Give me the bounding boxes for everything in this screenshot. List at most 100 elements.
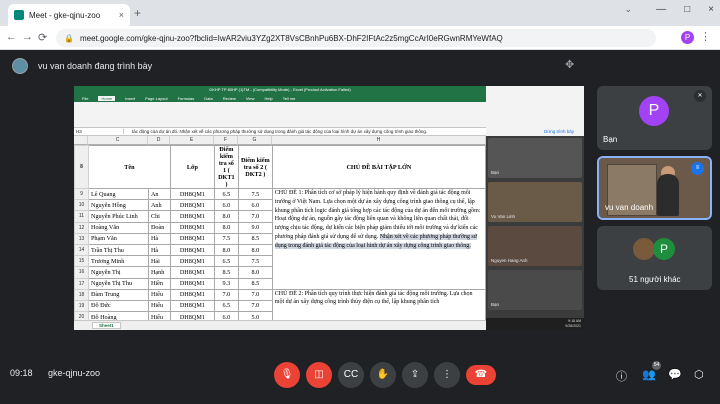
tab-close-icon[interactable]: × <box>119 10 124 20</box>
pin-icon[interactable]: ✥ <box>565 58 574 71</box>
browser-menu-icon[interactable]: ⋮ <box>700 30 711 43</box>
cell-ten[interactable]: Chi <box>147 210 171 223</box>
cell-lop[interactable]: DH8QM1 <box>169 288 215 301</box>
cell-ho[interactable]: Phạm Văn <box>87 232 149 245</box>
excel-menu-file[interactable]: File <box>82 96 88 101</box>
others-tile[interactable]: P 51 người khác <box>597 226 712 290</box>
self-tile[interactable]: P ✕ Bạn <box>597 86 712 150</box>
sheet-tab[interactable]: Sheet1 <box>92 322 121 329</box>
more-options-button[interactable]: ⋮ <box>434 362 460 388</box>
cell-ten[interactable]: An <box>147 187 171 201</box>
cell-dkt2[interactable]: 8.5 <box>237 232 273 245</box>
cell-dkt1[interactable]: 6.5 <box>213 299 239 313</box>
cell-topic-2[interactable]: CHỦ ĐỀ 2: Phân tích quy trình thực hiện … <box>271 288 486 320</box>
close-window-button[interactable]: × <box>708 4 714 15</box>
cell-dkt1[interactable]: 6.5 <box>213 255 239 268</box>
cell-lop[interactable]: DH8QM1 <box>169 199 215 212</box>
cell-dkt2[interactable]: 8.5 <box>237 277 273 290</box>
cell-lop[interactable]: DH8QM1 <box>169 277 215 290</box>
cell-ten[interactable]: Hà <box>147 232 171 245</box>
url-input[interactable]: 🔒 meet.google.com/gke-qjnu-zoo?fbclid=Iw… <box>56 29 656 47</box>
cell-ho[interactable]: Hoàng Văn <box>87 221 149 234</box>
cell-ho[interactable]: Nguyễn Thị <box>87 266 149 279</box>
excel-menu-view[interactable]: View <box>246 96 255 101</box>
cell-ho[interactable]: Đỗ Đức <box>87 299 149 313</box>
cell-ho[interactable]: Đàm Trung <box>87 288 149 301</box>
cell-ten[interactable]: Hiền <box>147 277 171 290</box>
people-icon[interactable]: 👥 <box>642 368 656 381</box>
cell-dkt1[interactable]: 6.5 <box>213 187 239 201</box>
cell-lop[interactable]: DH8QM1 <box>169 232 215 245</box>
cell-ho[interactable]: Trương Minh <box>87 255 149 268</box>
activities-icon[interactable]: ⬡ <box>694 368 704 381</box>
cell-ten[interactable]: Hiếu <box>147 311 171 320</box>
forward-button[interactable]: → <box>22 31 33 43</box>
cell-lop[interactable]: DH8QM1 <box>169 311 215 320</box>
cell-dkt1[interactable]: 6.0 <box>213 199 239 212</box>
cell-dkt2[interactable]: 6.0 <box>237 199 273 212</box>
cell-dkt2[interactable]: 7.5 <box>237 255 273 268</box>
presenter-tile[interactable]: ≡ vu van doanh <box>597 156 712 220</box>
cell-ten[interactable]: Hiếu <box>147 299 171 313</box>
excel-menu-tell-me[interactable]: Tell me <box>283 96 296 101</box>
cell-ten[interactable]: Hải <box>147 255 171 268</box>
cell-lop[interactable]: DH8QM1 <box>169 255 215 268</box>
tab-search-icon[interactable]: ⌄ <box>624 4 632 15</box>
mic-toggle-button[interactable]: 🎙 <box>274 362 300 388</box>
cell-dkt2[interactable]: 7.5 <box>237 187 273 201</box>
excel-menu-help[interactable]: Help <box>264 96 272 101</box>
cell-ho[interactable]: Nguyễn Phúc Linh <box>87 210 149 223</box>
cell-dkt1[interactable]: 8.5 <box>213 266 239 279</box>
formula-text[interactable]: tác động của dự án đó. Nhận xét về các p… <box>124 129 427 134</box>
raise-hand-button[interactable]: ✋ <box>370 362 396 388</box>
cell-dkt1[interactable]: 7.0 <box>213 288 239 301</box>
cell-ten[interactable]: Hiếu <box>147 288 171 301</box>
present-button[interactable]: ⇪ <box>402 362 428 388</box>
back-button[interactable]: ← <box>6 31 17 43</box>
header-dkt2[interactable]: Điểm kiểm tra số 2 ( DKT2 ) <box>237 145 273 189</box>
cell-lop[interactable]: DH8QM1 <box>169 210 215 223</box>
header-dkt1[interactable]: Điểm kiểm tra số 1 ( DKT1 ) <box>213 145 239 189</box>
cell-ho[interactable]: Nguyễn Thị Thu <box>87 277 149 290</box>
excel-menu-data[interactable]: Data <box>204 96 212 101</box>
cell-ten[interactable]: Hà <box>147 243 171 257</box>
cell-dkt2[interactable]: 7.0 <box>237 288 273 301</box>
excel-menu-insert[interactable]: Insert <box>125 96 135 101</box>
new-tab-button[interactable]: + <box>134 6 141 20</box>
cell-lop[interactable]: DH8QM1 <box>169 299 215 313</box>
chat-icon[interactable]: 💬 <box>668 368 682 381</box>
cell-lop[interactable]: DH8QM1 <box>169 266 215 279</box>
cell-dkt1[interactable]: 7.5 <box>213 232 239 245</box>
cell-lop[interactable]: DH8QM1 <box>169 187 215 201</box>
cell-lop[interactable]: DH8QM1 <box>169 243 215 257</box>
captions-button[interactable]: CC <box>338 362 364 388</box>
cell-ho[interactable]: Đỗ Hoàng <box>87 311 149 320</box>
cell-dkt2[interactable]: 9.0 <box>237 221 273 234</box>
cell-ten[interactable]: Đoàn <box>147 221 171 234</box>
minimize-button[interactable]: — <box>656 4 666 15</box>
maximize-button[interactable]: □ <box>684 4 690 15</box>
cell-dkt2[interactable]: 7.0 <box>237 210 273 223</box>
browser-tab[interactable]: Meet - gke-qjnu-zoo × <box>8 4 130 26</box>
excel-menu-review[interactable]: Review <box>223 96 236 101</box>
cell-dkt2[interactable]: 5.0 <box>237 311 273 320</box>
excel-menu-formulas[interactable]: Formulas <box>178 96 195 101</box>
info-icon[interactable]: ⓘ <box>616 368 627 384</box>
cell-dkt2[interactable]: 8.0 <box>237 243 273 257</box>
excel-menu-page-layout[interactable]: Page Layout <box>145 96 167 101</box>
header-ten[interactable]: Tên <box>87 145 171 189</box>
excel-menu-home[interactable]: Home <box>98 95 116 101</box>
cell-dkt1[interactable]: 8.0 <box>213 221 239 234</box>
reload-button[interactable]: ⟳ <box>38 31 47 44</box>
cell-dkt1[interactable]: 8.0 <box>213 243 239 257</box>
cell-topic-1[interactable]: CHỦ ĐỀ 1: Phân tích cơ sở pháp lý hiện h… <box>271 188 486 290</box>
cell-dkt2[interactable]: 8.0 <box>237 266 273 279</box>
header-lop[interactable]: Lớp <box>169 145 215 189</box>
cell-dkt2[interactable]: 7.0 <box>237 299 273 313</box>
cell-dkt1[interactable]: 8.0 <box>213 210 239 223</box>
cell-ten[interactable]: Hạnh <box>147 266 171 279</box>
cell-dkt1[interactable]: 9.3 <box>213 277 239 290</box>
header-topic[interactable]: CHỦ ĐỀ BÀI TẬP LỚN <box>271 145 486 189</box>
cell-ho[interactable]: Nguyễn Hồng <box>87 199 149 212</box>
cell-ten[interactable]: Anh <box>147 199 171 212</box>
